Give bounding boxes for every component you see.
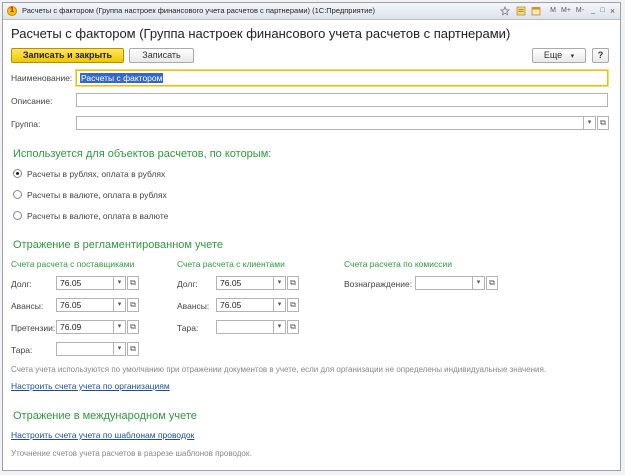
group-input[interactable] xyxy=(76,116,584,130)
window-title: Расчеты с фактором (Группа настроек фина… xyxy=(22,6,376,15)
supplier-tare-open[interactable]: ⧉ xyxy=(127,342,139,356)
supplier-advance-dropdown[interactable]: ▾ xyxy=(114,298,126,312)
supplier-debt-label: Долг: xyxy=(11,279,32,289)
reward-open[interactable]: ⧉ xyxy=(486,276,498,290)
app-logo-icon: 1 xyxy=(7,6,17,16)
suppliers-title: Счета расчета с поставщиками xyxy=(11,259,135,269)
minimize-button[interactable]: _ xyxy=(589,6,597,16)
close-button[interactable]: × xyxy=(608,6,617,16)
more-button[interactable]: Еще ▾ xyxy=(532,48,586,63)
group-open-button[interactable]: ⧉ xyxy=(597,116,609,130)
supplier-tare-dropdown[interactable]: ▾ xyxy=(114,342,126,356)
supplier-advance-input[interactable]: 76.05 xyxy=(56,298,114,312)
maximize-button[interactable]: □ xyxy=(598,6,607,16)
reward-label: Вознаграждение: xyxy=(344,279,413,289)
page-title: Расчеты с фактором (Группа настроек фина… xyxy=(11,26,511,41)
name-value: Расчеты с фактором xyxy=(80,73,164,83)
regulated-note: Счета учета используются по умолчанию пр… xyxy=(11,365,547,374)
supplier-claims-open[interactable]: ⧉ xyxy=(127,320,139,334)
form-window: 1 Расчеты с фактором (Группа настроек фи… xyxy=(2,2,621,471)
supplier-debt-dropdown[interactable]: ▾ xyxy=(114,276,126,290)
customer-advance-open[interactable]: ⧉ xyxy=(287,298,299,312)
reward-dropdown[interactable]: ▾ xyxy=(473,276,485,290)
customer-advance-input[interactable]: 76.05 xyxy=(216,298,274,312)
customer-debt-open[interactable]: ⧉ xyxy=(287,276,299,290)
customer-tare-input[interactable] xyxy=(216,320,274,334)
chevron-down-icon: ▾ xyxy=(570,53,575,60)
radio-rub-rub-label[interactable]: Расчеты в рублях, оплата в рублях xyxy=(27,169,165,179)
configure-org-accounts-link[interactable]: Настроить счета учета по организациям xyxy=(11,381,170,391)
supplier-advance-label: Авансы: xyxy=(11,301,44,311)
save-button[interactable]: Записать xyxy=(129,48,194,63)
customer-debt-dropdown[interactable]: ▾ xyxy=(274,276,286,290)
regulated-heading: Отражение в регламентированном учете xyxy=(13,239,224,251)
customer-tare-dropdown[interactable]: ▾ xyxy=(274,320,286,334)
supplier-debt-open[interactable]: ⧉ xyxy=(127,276,139,290)
star-icon[interactable] xyxy=(500,6,510,16)
configure-template-accounts-link[interactable]: Настроить счета учета по шаблонам провод… xyxy=(11,430,194,440)
calendar-icon[interactable] xyxy=(531,6,541,16)
customer-debt-label: Долг: xyxy=(177,279,198,289)
save-and-close-button[interactable]: Записать и закрыть xyxy=(11,48,124,63)
radio-cur-rub[interactable] xyxy=(13,190,22,199)
name-label: Наименование: xyxy=(11,73,73,83)
international-heading: Отражение в международном учете xyxy=(13,410,197,422)
supplier-claims-label: Претензии: xyxy=(11,323,56,333)
help-button[interactable]: ? xyxy=(592,48,609,63)
radio-cur-cur[interactable] xyxy=(13,211,22,220)
description-label: Описание: xyxy=(11,96,53,106)
customer-debt-input[interactable]: 76.05 xyxy=(216,276,274,290)
memory-button[interactable]: M xyxy=(548,6,558,16)
memory-plus-button[interactable]: M+ xyxy=(560,6,572,16)
supplier-debt-input[interactable]: 76.05 xyxy=(56,276,114,290)
supplier-claims-dropdown[interactable]: ▾ xyxy=(114,320,126,334)
supplier-tare-label: Тара: xyxy=(11,345,33,355)
radio-cur-rub-label[interactable]: Расчеты в валюте, оплата в рублях xyxy=(27,190,167,200)
more-label: Еще xyxy=(543,50,563,60)
title-bar: 1 Расчеты с фактором (Группа настроек фи… xyxy=(3,3,620,20)
customer-tare-label: Тара: xyxy=(177,323,199,333)
radio-cur-cur-label[interactable]: Расчеты в валюте, оплата в валюте xyxy=(27,211,168,221)
commission-title: Счета расчета по комиссии xyxy=(344,259,452,269)
name-input[interactable]: Расчеты с фактором xyxy=(76,70,608,86)
customer-tare-open[interactable]: ⧉ xyxy=(287,320,299,334)
customer-advance-label: Авансы: xyxy=(177,301,210,311)
memory-minus-button[interactable]: M- xyxy=(574,6,586,16)
list-icon[interactable] xyxy=(516,6,526,16)
supplier-claims-input[interactable]: 76.09 xyxy=(56,320,114,334)
supplier-advance-open[interactable]: ⧉ xyxy=(127,298,139,312)
international-note: Уточнение счетов учета расчетов в разрез… xyxy=(11,449,252,458)
radio-rub-rub[interactable] xyxy=(13,169,22,178)
customers-title: Счета расчета с клиентами xyxy=(177,259,285,269)
customer-advance-dropdown[interactable]: ▾ xyxy=(274,298,286,312)
usage-heading: Используется для объектов расчетов, по к… xyxy=(13,148,272,160)
group-label: Группа: xyxy=(11,119,41,129)
group-dropdown-button[interactable]: ▾ xyxy=(584,116,596,130)
supplier-tare-input[interactable] xyxy=(56,342,114,356)
description-input[interactable] xyxy=(76,93,608,107)
reward-input[interactable] xyxy=(415,276,473,290)
